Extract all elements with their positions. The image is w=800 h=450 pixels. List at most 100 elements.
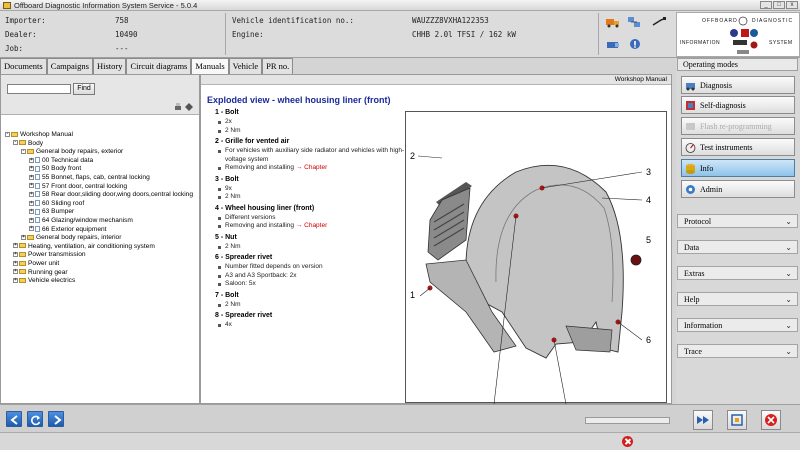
tree-node[interactable]: + Power unit <box>5 260 197 269</box>
part-title: 3 - Bolt <box>215 175 239 183</box>
tree-node[interactable]: + General body repairs, interior <box>5 234 197 243</box>
expand-icon[interactable]: + <box>29 226 34 232</box>
part-detail: Different versions <box>215 214 405 223</box>
chevron-down-icon: ⌄ <box>785 269 792 278</box>
chapter-link[interactable]: → Chapter <box>296 164 327 171</box>
tree-node[interactable]: + Heating, ventilation, air conditioning … <box>5 243 197 252</box>
expand-icon[interactable]: + <box>29 217 34 223</box>
section-data[interactable]: Data ⌄ <box>677 240 798 254</box>
document-icon <box>35 225 40 232</box>
part-detail: 4x <box>215 321 405 330</box>
tree-node[interactable]: +63 Bumper <box>5 208 197 217</box>
tree-node[interactable]: +55 Bonnet, flaps, cab, central locking <box>5 174 197 183</box>
test-instruments-button[interactable]: Test instruments <box>681 138 795 156</box>
section-information[interactable]: Information ⌄ <box>677 318 798 332</box>
info-button[interactable]: Info <box>681 159 795 177</box>
diagnosis-label: Diagnosis <box>700 81 732 90</box>
tab-manuals[interactable]: Manuals <box>191 58 229 74</box>
back-button[interactable] <box>6 411 22 427</box>
network-icon[interactable] <box>627 16 641 28</box>
close-window-button[interactable]: x <box>786 1 798 9</box>
tree-node[interactable]: - Body <box>5 140 197 149</box>
self-diagnosis-button[interactable]: Self-diagnosis <box>681 96 795 114</box>
collapse-icon[interactable]: - <box>5 131 10 137</box>
callout-3: 3 <box>646 167 651 177</box>
expand-icon[interactable]: + <box>29 191 34 197</box>
part-detail-text: 2x <box>225 118 232 125</box>
forward-button[interactable] <box>48 411 64 427</box>
exploded-view-figure: 1 2 3 4 5 6 <box>405 111 667 405</box>
cable-icon[interactable] <box>652 17 666 29</box>
tab-vehicle[interactable]: Vehicle <box>228 58 263 74</box>
tree-node[interactable]: - General body repairs, exterior <box>5 148 197 157</box>
expand-icon[interactable]: + <box>13 260 18 266</box>
expand-icon[interactable]: + <box>29 183 34 189</box>
tab-pr-no[interactable]: PR no. <box>262 58 294 74</box>
expand-icon[interactable]: + <box>13 277 18 283</box>
expand-icon[interactable]: + <box>21 234 26 240</box>
part-title: 5 - Nut <box>215 233 237 241</box>
part-detail-text: A3 and A3 Sportback: 2x <box>225 271 297 279</box>
expand-icon[interactable]: + <box>29 209 34 215</box>
expand-icon[interactable]: + <box>29 166 34 172</box>
tree-node[interactable]: + Power transmission <box>5 251 197 260</box>
diagnosis-button[interactable]: Diagnosis <box>681 76 795 94</box>
tree-node[interactable]: +66 Exterior equipment <box>5 226 197 235</box>
fast-forward-button[interactable] <box>693 410 713 430</box>
importer-value: 758 <box>115 16 129 25</box>
tree-node[interactable]: +60 Sliding roof <box>5 200 197 209</box>
find-button[interactable]: Find <box>73 83 95 95</box>
tree-node[interactable]: + Vehicle electrics <box>5 277 197 286</box>
truck-icon[interactable] <box>606 16 620 28</box>
diamond-icon[interactable] <box>185 103 193 111</box>
importer-label: Importer: <box>5 16 46 25</box>
refresh-button[interactable] <box>27 411 43 427</box>
section-trace-label: Trace <box>684 347 702 356</box>
tab-circuit-diagrams[interactable]: Circuit diagrams <box>126 58 192 74</box>
job-label: Job: <box>5 44 24 53</box>
flash-reprogramming-button[interactable]: Flash re-programming <box>681 117 795 135</box>
section-protocol-label: Protocol <box>684 217 712 226</box>
tab-documents[interactable]: Documents <box>0 58 47 74</box>
expand-icon[interactable]: + <box>13 252 18 258</box>
part-detail-text: Removing and installing <box>225 164 296 171</box>
wheel-housing-drawing: 1 2 3 4 5 6 <box>410 151 651 405</box>
tree-node[interactable]: +00 Technical data <box>5 157 197 166</box>
print-icon[interactable] <box>174 103 182 111</box>
error-icon[interactable] <box>622 436 633 447</box>
select-button[interactable] <box>727 410 747 430</box>
chapter-link[interactable]: → Chapter <box>296 222 327 229</box>
tab-history[interactable]: History <box>92 58 127 74</box>
cancel-button[interactable] <box>761 410 781 430</box>
expand-icon[interactable]: + <box>13 269 18 275</box>
tree-node-label: Power unit <box>28 259 60 267</box>
expand-icon[interactable]: + <box>13 243 18 249</box>
tree-node[interactable]: +64 Glazing/window mechanism <box>5 217 197 226</box>
minimize-button[interactable]: _ <box>760 1 772 9</box>
section-trace[interactable]: Trace ⌄ <box>677 344 798 358</box>
maximize-button[interactable]: □ <box>773 1 785 9</box>
section-help[interactable]: Help ⌄ <box>677 292 798 306</box>
expand-icon[interactable]: + <box>29 174 34 180</box>
tab-campaigns[interactable]: Campaigns <box>46 58 93 74</box>
section-extras[interactable]: Extras ⌄ <box>677 266 798 280</box>
admin-button[interactable]: Admin <box>681 180 795 198</box>
tree-node[interactable]: +57 Front door, central locking <box>5 183 197 192</box>
window-controls: _ □ x <box>760 1 798 9</box>
tree-node[interactable]: +50 Body front <box>5 165 197 174</box>
part-detail-text: 2 Nm <box>225 126 241 134</box>
expand-icon[interactable]: + <box>29 200 34 206</box>
tree-node[interactable]: - Workshop Manual <box>5 131 197 140</box>
folder-icon <box>19 252 26 258</box>
select-icon <box>731 414 743 426</box>
collapse-icon[interactable]: - <box>13 140 18 146</box>
usb-icon[interactable] <box>606 39 620 51</box>
collapse-icon[interactable]: - <box>21 148 26 154</box>
tree-node[interactable]: + Running gear <box>5 269 197 278</box>
tree-node[interactable]: +58 Rear door,sliding door,wing doors,ce… <box>5 191 197 200</box>
folder-icon <box>19 140 26 146</box>
section-protocol[interactable]: Protocol ⌄ <box>677 214 798 228</box>
expand-icon[interactable]: + <box>29 157 34 163</box>
search-input[interactable] <box>7 84 71 94</box>
alert-info-icon[interactable] <box>629 38 643 50</box>
